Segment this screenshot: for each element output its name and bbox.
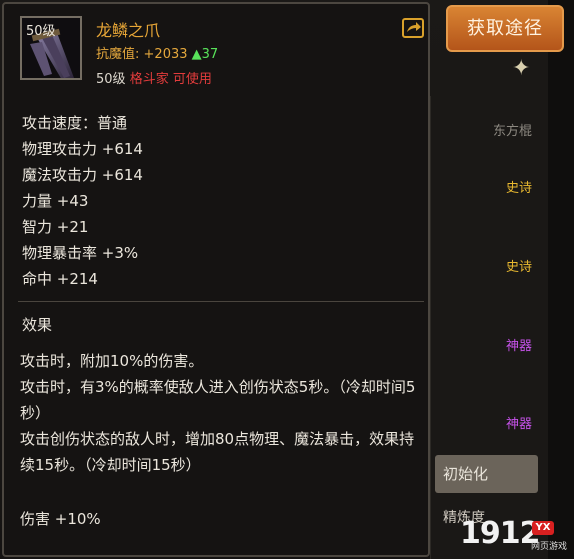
anti-demon-line: 抗魔值: +2033 ▲37 bbox=[96, 43, 218, 62]
watermark-badge: YX bbox=[532, 521, 554, 535]
sparkle-icon: ✦ bbox=[512, 56, 531, 81]
stat-list: 攻击速度：普通 物理攻击力 +614 魔法攻击力 +614 力量 +43 智力 … bbox=[22, 110, 143, 292]
damage-line: 伤害 +10% bbox=[20, 510, 101, 528]
item-icon-frame[interactable]: 50级 bbox=[20, 16, 82, 80]
stat-line: 命中 +214 bbox=[22, 270, 98, 288]
divider bbox=[18, 301, 424, 302]
effects-list: 攻击时，附加10%的伤害。 攻击时，有3%的概率使敌人进入创伤状态5秒。（冷却时… bbox=[20, 348, 420, 478]
share-icon[interactable] bbox=[402, 18, 424, 38]
stat-line: 智力 +21 bbox=[22, 218, 89, 236]
list-item-0[interactable]: 东方棍 bbox=[436, 118, 542, 146]
list-item-4[interactable]: 神器 bbox=[436, 411, 542, 439]
required-level: 50级 bbox=[96, 72, 126, 87]
item-tooltip: 50级 龙鳞之爪 抗魔值: +2033 ▲37 50级 格斗家 可使用 攻击速度… bbox=[2, 2, 430, 557]
list-item-3[interactable]: 神器 bbox=[436, 333, 542, 361]
watermark-subtitle: 网页游戏 bbox=[531, 542, 568, 552]
init-button[interactable]: 初始化 bbox=[435, 455, 538, 493]
watermark-logo: 1912 bbox=[460, 516, 540, 551]
list-item-2[interactable]: 史诗 bbox=[436, 254, 542, 282]
requirement-line: 50级 格斗家 可使用 bbox=[96, 68, 212, 87]
anti-demon-label: 抗魔值: bbox=[96, 47, 140, 62]
list-item-1[interactable]: 史诗 bbox=[436, 175, 542, 203]
item-name: 龙鳞之爪 bbox=[96, 21, 161, 40]
anti-demon-delta: ▲37 bbox=[191, 47, 219, 62]
side-strip bbox=[548, 0, 574, 559]
stat-line: 魔法攻击力 +614 bbox=[22, 166, 143, 184]
stat-line: 物理暴击率 +3% bbox=[22, 244, 139, 262]
get-source-button[interactable]: 获取途径 bbox=[446, 5, 564, 52]
effects-title: 效果 bbox=[22, 316, 53, 334]
level-badge: 50级 bbox=[26, 24, 56, 39]
effect-line: 攻击创伤状态的敌人时，增加80点物理、魔法暴击，效果持续15秒。（冷却时间15秒… bbox=[20, 430, 415, 474]
effect-line: 攻击时，附加10%的伤害。 bbox=[20, 352, 204, 370]
required-class: 格斗家 可使用 bbox=[129, 72, 212, 87]
stat-line: 物理攻击力 +614 bbox=[22, 140, 143, 158]
stat-line: 攻击速度：普通 bbox=[22, 114, 128, 132]
anti-demon-value: +2033 bbox=[143, 47, 188, 62]
stat-line: 力量 +43 bbox=[22, 192, 89, 210]
effect-line: 攻击时，有3%的概率使敌人进入创伤状态5秒。（冷却时间5秒） bbox=[20, 378, 416, 422]
